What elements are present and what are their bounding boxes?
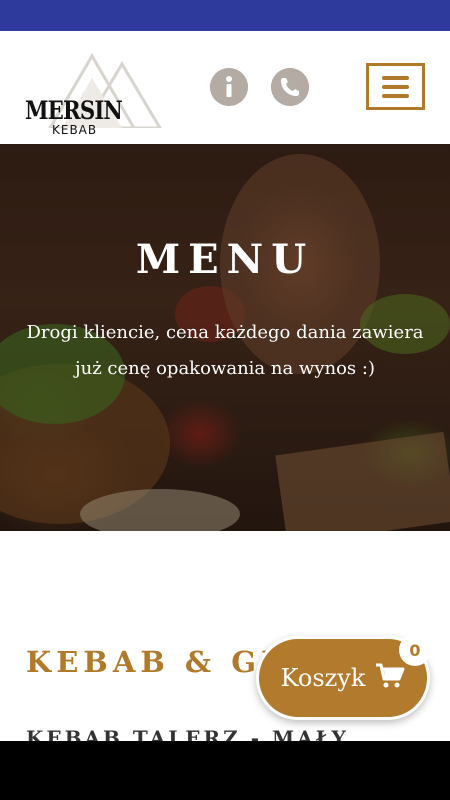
top-bar [0,0,450,31]
cart-label: Koszyk [280,664,366,692]
hamburger-menu-button[interactable] [366,63,425,110]
hero-notice: Drogi kliencie, cena każdego dania zawie… [26,322,424,379]
hero-banner: MENU Drogi kliencie, cena każdego dania … [0,144,450,531]
shopping-cart-icon [375,663,405,693]
logo-name: MERSIN [25,96,123,125]
phone-icon[interactable] [271,68,309,106]
info-icon[interactable] [210,68,248,106]
logo-tagline: KEBAB [52,123,98,137]
page-title: MENU [135,236,315,283]
bottom-bar [0,741,450,800]
site-header: MERSIN KEBAB [0,31,450,144]
site-logo[interactable]: MERSIN KEBAB [22,48,162,136]
cart-count-badge: 0 [399,634,431,666]
hamburger-menu-icon [382,75,409,80]
